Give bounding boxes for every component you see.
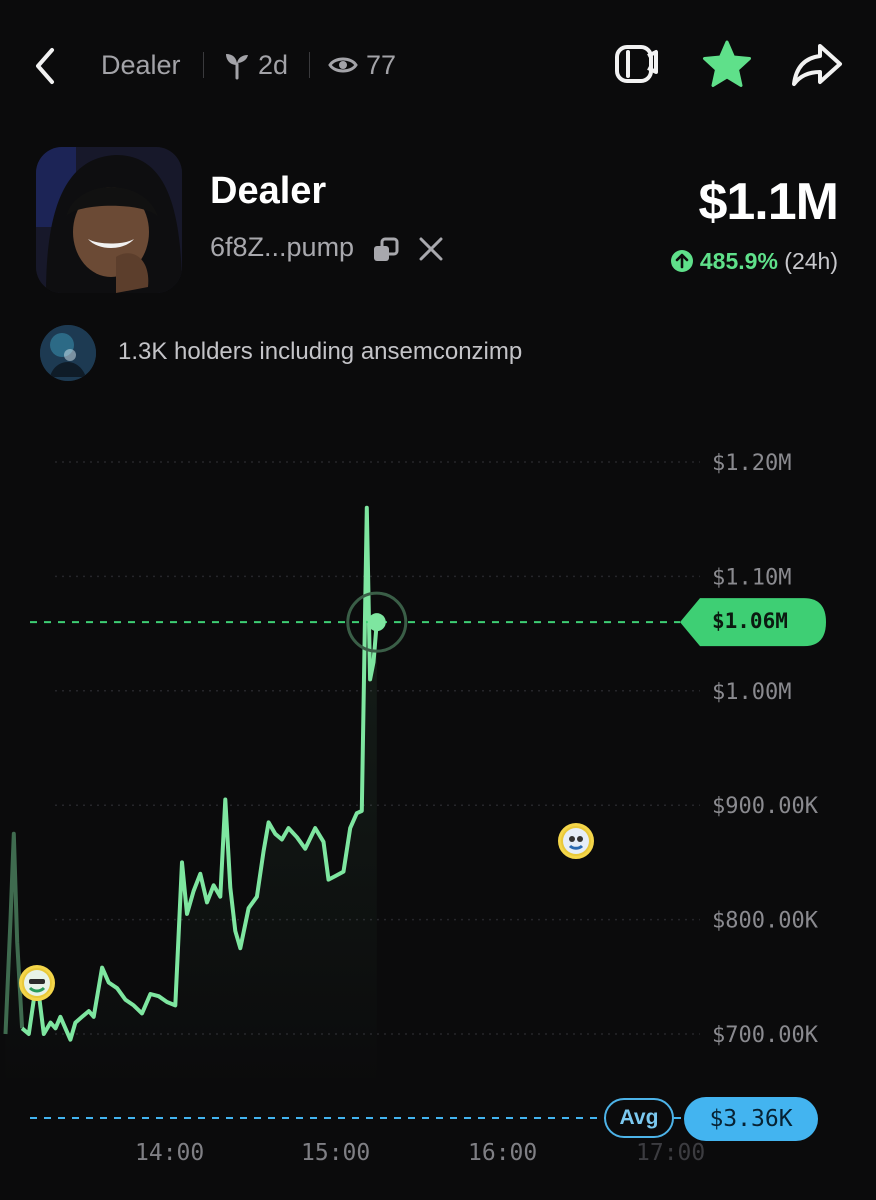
y-tick-label: $700.00K [712, 1023, 819, 1048]
view-count: 77 [366, 50, 397, 80]
token-avatar-image [36, 147, 182, 293]
current-price-label: $1.06M [712, 609, 788, 633]
trader-marker[interactable] [558, 823, 594, 859]
trader-avatar-icon [24, 970, 50, 996]
trader-marker[interactable] [19, 965, 55, 1001]
favorite-button[interactable] [700, 38, 754, 92]
chat-button[interactable] [608, 38, 662, 92]
y-tick-label: $1.00M [712, 680, 791, 705]
sprout-icon [226, 54, 248, 80]
x-tick-label: 17:00 [636, 1140, 706, 1166]
contract-address: 6f8Z...pump [210, 232, 355, 262]
price-area-fill [5, 507, 377, 1090]
holder-avatar [40, 325, 96, 381]
avg-value: $3.36K [684, 1097, 818, 1141]
y-tick-label: $1.10M [712, 565, 791, 590]
x-twitter-icon[interactable] [418, 236, 444, 262]
share-button[interactable] [790, 38, 844, 92]
breadcrumb-divider [203, 52, 204, 78]
eye-icon [328, 57, 358, 73]
y-tick-label: $800.00K [712, 909, 819, 934]
token-age: 2d [258, 50, 289, 80]
trader-avatar-icon [563, 828, 589, 854]
back-button[interactable] [28, 42, 68, 90]
chat-icon [615, 45, 658, 83]
x-tick-label: 16:00 [468, 1140, 538, 1166]
price-change: 485.9% (24h) [670, 248, 838, 275]
avg-label: Avg [604, 1098, 674, 1138]
change-period: (24h) [784, 248, 838, 274]
back-chevron-icon [36, 48, 54, 84]
share-icon [792, 44, 842, 86]
x-tick-label: 14:00 [135, 1140, 205, 1166]
arrow-up-circle-icon [670, 250, 693, 272]
x-tick-label: 15:00 [301, 1140, 371, 1166]
token-name: Dealer [210, 170, 327, 212]
holders-summary[interactable]: 1.3K holders including ansemconzimp [118, 338, 522, 366]
star-icon [703, 40, 751, 87]
breadcrumb-token-name: Dealer [101, 50, 181, 80]
price-chart[interactable]: $1.20M $1.10M $1.00M $900.00K $800.00K $700.0… [0, 440, 876, 1140]
market-cap: $1.1M [698, 173, 839, 231]
y-tick-label: $1.20M [712, 451, 791, 476]
change-percent: 485.9% [699, 248, 778, 274]
current-point[interactable] [367, 613, 386, 632]
y-tick-label: $900.00K [712, 794, 819, 819]
holder-avatar-image [40, 325, 96, 381]
breadcrumb-divider [309, 52, 310, 78]
copy-icon[interactable] [372, 236, 400, 264]
token-avatar [36, 147, 182, 293]
